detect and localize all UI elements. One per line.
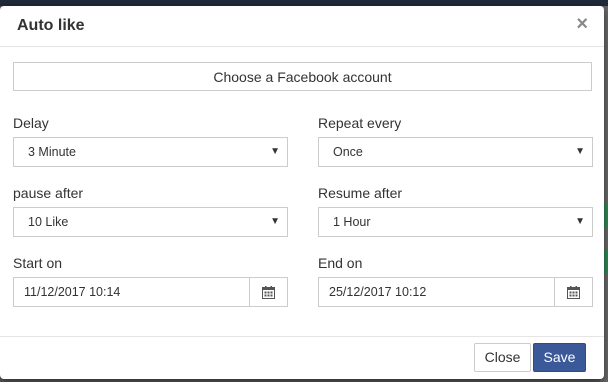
- auto-like-dialog: Auto like × Choose a Facebook account De…: [0, 6, 604, 379]
- caret-down-icon: ▼: [270, 146, 280, 157]
- resume-value: 1 Hour: [333, 215, 371, 229]
- end-date-input[interactable]: 25/12/2017 10:12: [318, 277, 555, 307]
- resume-label: Resume after: [318, 185, 403, 201]
- calendar-icon: [262, 285, 275, 299]
- close-icon[interactable]: ×: [576, 13, 588, 35]
- delay-select[interactable]: 3 Minute ▼: [13, 137, 288, 167]
- footer-divider: [0, 336, 604, 337]
- dialog-title: Auto like: [17, 17, 85, 34]
- dialog-header: Auto like ×: [0, 6, 604, 47]
- repeat-label: Repeat every: [318, 115, 402, 131]
- caret-down-icon: ▼: [575, 216, 585, 227]
- caret-down-icon: ▼: [575, 146, 585, 157]
- calendar-icon: [567, 285, 580, 299]
- delay-value: 3 Minute: [28, 145, 76, 159]
- pause-value: 10 Like: [28, 215, 69, 229]
- start-label: Start on: [13, 255, 63, 271]
- repeat-value: Once: [333, 145, 363, 159]
- pause-label: pause after: [13, 185, 84, 201]
- start-calendar-button[interactable]: [250, 277, 288, 307]
- choose-account-button[interactable]: Choose a Facebook account: [13, 62, 592, 91]
- close-button[interactable]: Close: [474, 343, 531, 372]
- start-date-input[interactable]: 11/12/2017 10:14: [13, 277, 250, 307]
- delay-label: Delay: [13, 115, 49, 131]
- pause-select[interactable]: 10 Like ▼: [13, 207, 288, 237]
- end-calendar-button[interactable]: [555, 277, 593, 307]
- repeat-select[interactable]: Once ▼: [318, 137, 593, 167]
- caret-down-icon: ▼: [270, 216, 280, 227]
- save-button[interactable]: Save: [533, 343, 586, 372]
- end-label: End on: [318, 255, 363, 271]
- resume-select[interactable]: 1 Hour ▼: [318, 207, 593, 237]
